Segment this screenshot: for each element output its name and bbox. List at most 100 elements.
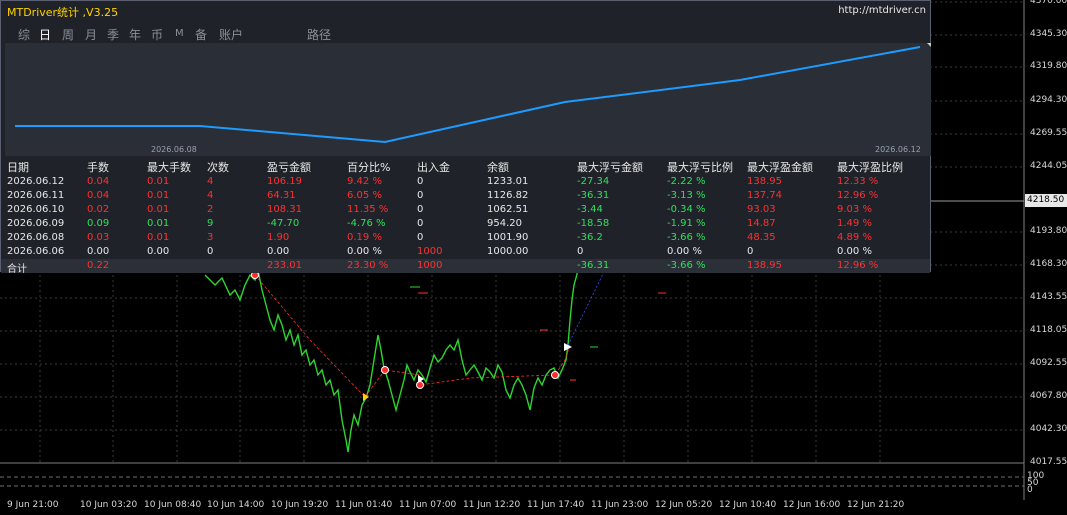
table-cell: -47.70 (267, 218, 300, 229)
table-row: 2026.06.09 0.09 0.01 9 -47.70 -4.76 % 0 954.20 -… (1, 217, 930, 231)
table-cell: 2026.06.12 (7, 176, 65, 187)
table-cell: -3.66 % (667, 232, 706, 243)
time-axis-label: 12 Jun 10:40 (719, 500, 777, 510)
table-cell: -36.2 (577, 232, 603, 243)
table-cell: 1000 (417, 260, 443, 271)
price-axis-label: 4143.55 (1030, 292, 1067, 302)
table-cell: 6.05 % (347, 190, 382, 201)
table-cell: 0 (417, 176, 424, 187)
tab-month[interactable]: 月 (85, 26, 97, 43)
table-cell: 次数 (207, 161, 229, 174)
table-cell: 0.09 (87, 218, 110, 229)
table-cell: 最大浮盈金额 (747, 161, 813, 174)
table-cell: 0 (417, 232, 424, 243)
table-cell: 2 (207, 204, 214, 215)
indicator-axis-label: 0 (1027, 485, 1033, 495)
tab-year[interactable]: 年 (129, 26, 141, 43)
table-cell: -3.13 % (667, 190, 706, 201)
table-cell: 2026.06.06 (7, 246, 65, 257)
table-cell: 0.19 % (347, 232, 382, 243)
tab-notes[interactable]: 备 (195, 26, 207, 43)
table-cell: 2026.06.11 (7, 190, 65, 201)
price-axis-label: 4017.55 (1030, 457, 1067, 467)
tab-overview[interactable]: 综 (18, 26, 30, 43)
panel-title: MTDriver统计 ,V3.25 (7, 6, 119, 19)
table-cell: 0.04 (87, 190, 110, 201)
table-cell: 64.31 (267, 190, 296, 201)
table-cell: 盈亏金额 (267, 161, 311, 174)
table-cell: -2.22 % (667, 176, 706, 187)
table-cell: 0.01 (147, 218, 170, 229)
table-cell: 1233.01 (487, 176, 529, 187)
mtdriver-stats-panel[interactable]: MTDriver统计 ,V3.25 http://mtdriver.cn 综 日… (0, 0, 931, 275)
trade-arrow[interactable] (363, 393, 369, 401)
table-row: 2026.06.08 0.03 0.01 3 1.90 0.19 % 0 1001.90 -36… (1, 231, 930, 245)
table-cell: 4 (207, 176, 214, 187)
tab-magic[interactable]: M (175, 28, 184, 39)
tab-currency[interactable]: 币 (151, 26, 163, 43)
table-cell: 0.01 (147, 176, 170, 187)
table-cell: 最大浮盈比例 (837, 161, 903, 174)
table-cell: 9.42 % (347, 176, 382, 187)
table-cell: 9 (207, 218, 214, 229)
curve-start-date: 2026.06.08 (151, 145, 197, 154)
table-row: 2026.06.12 0.04 0.01 4 106.19 9.42 % 0 1233.01 -… (1, 175, 930, 189)
table-cell: 0.00 (267, 246, 290, 257)
tab-quarter[interactable]: 季 (107, 26, 119, 43)
table-cell: 0 (417, 190, 424, 201)
trade-marker[interactable] (551, 371, 559, 379)
table-cell: 2026.06.10 (7, 204, 65, 215)
table-cell: 138.95 (747, 176, 782, 187)
table-cell: 合计 (7, 264, 27, 275)
tab-path[interactable]: 路径 (307, 26, 331, 43)
time-axis-label: 12 Jun 16:00 (783, 500, 841, 510)
price-axis-label: 4319.80 (1030, 61, 1067, 71)
time-axis-label: 11 Jun 07:00 (399, 500, 457, 510)
trade-marker[interactable] (381, 366, 389, 374)
table-cell: 14.87 (747, 218, 776, 229)
current-price-tag: 4218.50 (1025, 194, 1067, 207)
trade-marker[interactable] (416, 381, 424, 389)
time-axis-label: 11 Jun 23:00 (591, 500, 649, 510)
table-cell: -36.31 (577, 260, 610, 271)
table-cell: 0.22 (87, 260, 110, 271)
price-axis-label: 4294.30 (1030, 95, 1067, 105)
table-cell: 0 (747, 246, 754, 257)
table-cell: -27.34 (577, 176, 610, 187)
table-cell: 0 (577, 246, 584, 257)
tab-day[interactable]: 日 (39, 26, 51, 43)
table-cell: 12.96 % (837, 260, 879, 271)
table-cell: 0.01 (147, 232, 170, 243)
price-axis-label: 4269.55 (1030, 128, 1067, 138)
equity-curve-line (15, 46, 921, 144)
table-cell: 出入金 (417, 161, 450, 174)
table-row: 2026.06.10 0.02 0.01 2 108.31 11.35 % 0 1062.51… (1, 203, 930, 217)
table-cell: 1001.90 (487, 232, 529, 243)
table-row: 2026.06.11 0.04 0.01 4 64.31 6.05 % 0 1126.82 -3… (1, 189, 930, 203)
time-axis-label: 11 Jun 01:40 (335, 500, 393, 510)
tab-week[interactable]: 周 (62, 26, 74, 43)
curve-end-date: 2026.06.12 (875, 145, 921, 154)
table-cell: 11.35 % (347, 204, 389, 215)
price-axis-label: 4244.05 (1030, 161, 1067, 171)
table-cell: 余额 (487, 161, 509, 174)
price-axis-label: 4193.80 (1030, 226, 1067, 236)
table-cell: 0.01 (147, 204, 170, 215)
table-cell: 最大浮亏比例 (667, 161, 733, 174)
table-cell: 0.00 % (837, 246, 872, 257)
table-cell: 0.00 % (667, 246, 702, 257)
time-axis-label: 10 Jun 08:40 (144, 500, 202, 510)
time-axis-label: 12 Jun 21:20 (847, 500, 905, 510)
table-cell: 9.03 % (837, 204, 872, 215)
equity-curve-chart (5, 43, 931, 156)
price-axis-label: 4042.30 (1030, 424, 1067, 434)
tab-account[interactable]: 账户 (219, 26, 243, 43)
table-cell: 108.31 (267, 204, 302, 215)
table-cell: 4.89 % (837, 232, 872, 243)
table-cell: 0.00 (87, 246, 110, 257)
website-link[interactable]: http://mtdriver.cn (838, 5, 926, 16)
table-cell: 1000 (417, 246, 443, 257)
price-axis-label: 4118.05 (1030, 325, 1067, 335)
price-axis-label: 4370.00 (1030, 0, 1067, 6)
table-cell: 0.00 (147, 246, 170, 257)
